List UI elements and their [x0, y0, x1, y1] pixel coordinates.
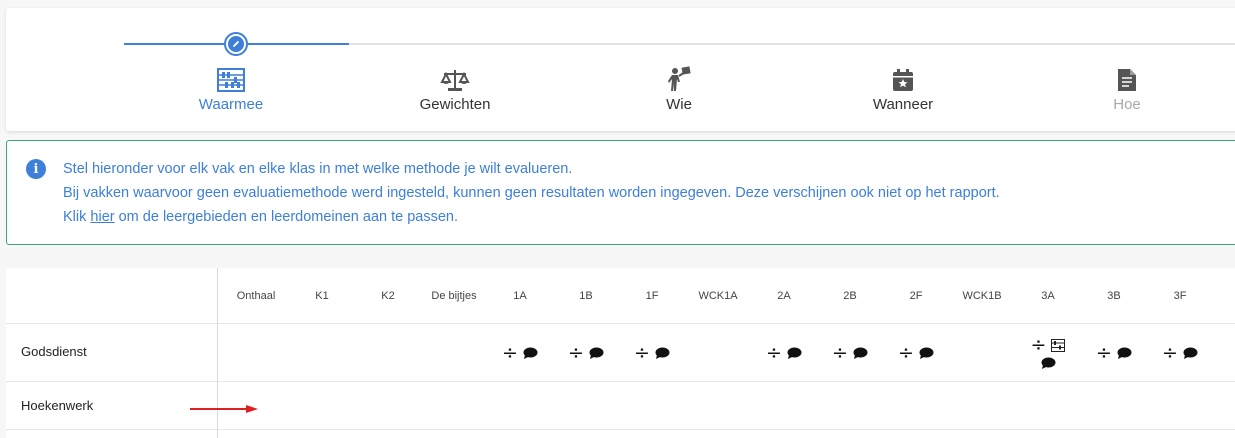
scale-icon [380, 66, 530, 92]
column-header: 2A [777, 289, 791, 302]
divide-icon: ÷ [634, 341, 650, 364]
column-header: De bijtjes [431, 289, 477, 302]
step-wie[interactable]: Wie [604, 66, 754, 113]
step-label: Wie [666, 96, 692, 113]
column-header: 1B [579, 289, 593, 302]
divide-icon: ÷ [898, 341, 914, 364]
column-header: 1F [645, 289, 659, 302]
evaluation-cell[interactable]: ÷ [1081, 324, 1147, 382]
comment-icon [919, 347, 934, 359]
step-waarmee[interactable]: Waarmee [156, 66, 306, 113]
step-hoe[interactable]: Hoe [1052, 66, 1202, 113]
evaluation-cell[interactable]: ÷ [1028, 324, 1068, 382]
red-arrow-annotation [190, 405, 258, 413]
evaluation-cell[interactable]: ÷ [1147, 324, 1213, 382]
column-header: 2B [843, 289, 857, 302]
evaluation-cell[interactable]: ÷ [487, 324, 553, 382]
step-label: Gewichten [419, 96, 491, 113]
column-header: K2 [381, 289, 395, 302]
calendar-star-icon [828, 66, 978, 92]
comment-icon [787, 347, 802, 359]
column-header: 3B [1107, 289, 1121, 302]
abacus-icon [156, 66, 306, 92]
comment-icon [853, 347, 868, 359]
divide-icon: ÷ [568, 341, 584, 364]
column-header: 3F [1173, 289, 1187, 302]
comment-icon [1041, 357, 1055, 369]
info-line-suffix: om de leergebieden en leerdomeinen aan t… [114, 209, 459, 225]
edit-domains-link[interactable]: hier [90, 209, 114, 225]
evaluation-cell[interactable]: ÷ [883, 324, 949, 382]
divide-icon: ÷ [502, 341, 518, 364]
comment-icon [655, 347, 670, 359]
column-header: 2F [909, 289, 923, 302]
document-icon [1052, 66, 1202, 92]
info-line: Klik hier om de leergebieden en leerdome… [63, 205, 1000, 229]
abacus-icon [1051, 339, 1066, 352]
row-label: Hoekenwerk [21, 398, 94, 413]
divide-icon: ÷ [832, 341, 848, 364]
info-line: Bij vakken waarvoor geen evaluatiemethod… [63, 185, 1000, 201]
step-gewichten[interactable]: Gewichten [380, 66, 530, 113]
row-label: Godsdienst [21, 344, 87, 359]
info-icon: i [26, 159, 46, 179]
evaluation-cell[interactable]: ÷ [817, 324, 883, 382]
column-header: Onthaal [236, 289, 276, 302]
evaluation-cell[interactable]: ÷ [751, 324, 817, 382]
divide-icon: ÷ [1162, 341, 1178, 364]
column-header: WCK1A [698, 289, 738, 302]
divide-icon: ÷ [1030, 334, 1047, 356]
info-text: Stel hieronder voor elk vak en elke klas… [63, 157, 1000, 229]
step-label: Wanneer [872, 96, 934, 113]
column-header: K1 [315, 289, 329, 302]
evaluation-cell[interactable]: ÷ [553, 324, 619, 382]
person-sign-icon [604, 66, 754, 92]
evaluation-table: Godsdienst Hoekenwerk Onthaal K1 K2 De bijt… [6, 268, 1235, 438]
info-line: Stel hieronder voor elk vak en elke klas… [63, 161, 573, 177]
stepper-card: Waarmee Gewichten Wie Wanneer Hoe [6, 8, 1235, 131]
evaluation-cell[interactable]: ÷ [619, 324, 685, 382]
divide-icon: ÷ [1096, 341, 1112, 364]
column-header: 3A [1041, 289, 1055, 302]
comment-icon [1117, 347, 1132, 359]
info-alert: i Stel hieronder voor elk vak en elke kl… [6, 140, 1235, 245]
comment-icon [1183, 347, 1198, 359]
step-wanneer[interactable]: Wanneer [828, 66, 978, 113]
current-step-indicator [224, 32, 248, 56]
divide-icon: ÷ [766, 341, 782, 364]
comment-icon [589, 347, 604, 359]
step-label: Waarmee [198, 96, 264, 113]
comment-icon [523, 347, 538, 359]
column-header: 1A [513, 289, 527, 302]
step-label: Hoe [1113, 96, 1141, 113]
column-header: WCK1B [962, 289, 1002, 302]
pencil-icon [228, 36, 244, 52]
info-line-prefix: Klik [63, 209, 91, 225]
